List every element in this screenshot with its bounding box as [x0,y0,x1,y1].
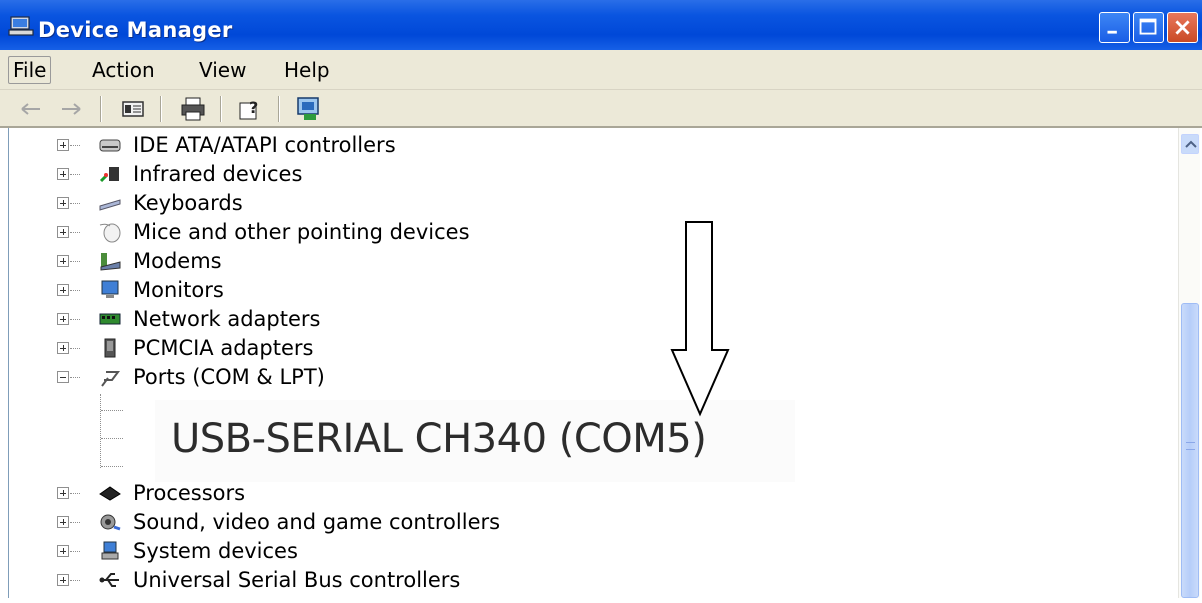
expand-toggle[interactable] [57,226,69,238]
menu-help[interactable]: Help [280,58,334,82]
tree-item-keyboards[interactable]: Keyboards [9,189,709,217]
tree-item-network[interactable]: Network adapters [9,305,709,333]
device-tree-panel: IDE ATA/ATAPI controllers Infrared devic… [8,128,1178,598]
help-icon[interactable]: ? [236,94,266,124]
vertical-scrollbar[interactable] [1178,128,1200,598]
tree-item-label: Infrared devices [133,162,303,186]
toolbar-separator [100,96,102,122]
system-device-icon [98,540,122,562]
tree-connector [101,438,123,439]
update-driver-icon[interactable] [294,94,324,124]
tree-item-sound[interactable]: Sound, video and game controllers [9,508,709,536]
tree-item-usb[interactable]: Universal Serial Bus controllers [9,566,709,594]
toolbar-separator [220,96,222,122]
tree-item-label: System devices [133,539,298,563]
collapse-toggle[interactable] [57,371,69,383]
keyboard-icon [98,192,122,214]
processor-icon [98,482,122,504]
mouse-icon [98,221,122,243]
tree-item-label: PCMCIA adapters [133,336,314,360]
menu-view[interactable]: View [195,58,250,82]
usb-serial-port-label: USB-SERIAL CH340 (COM5) [171,416,707,462]
title-bar[interactable]: Device Manager [0,0,1202,50]
scroll-up-button[interactable] [1181,134,1199,154]
computer-icon [8,16,34,36]
tree-item-label: Keyboards [133,191,243,215]
expand-toggle[interactable] [57,168,69,180]
tree-item-pcmcia[interactable]: PCMCIA adapters [9,334,709,362]
tree-item-ports[interactable]: Ports (COM & LPT) [9,363,709,391]
maximize-button[interactable] [1133,12,1164,43]
menu-file[interactable]: File [8,56,52,84]
network-adapter-icon [98,308,122,330]
tree-item-monitors[interactable]: Monitors [9,276,709,304]
expand-toggle[interactable] [57,545,69,557]
toolbar-separator [278,96,280,122]
tree-item-label: Mice and other pointing devices [133,220,470,244]
tree-connector [100,394,101,468]
tree-connector [101,466,123,467]
menu-action[interactable]: Action [88,58,159,82]
svg-text:?: ? [249,98,258,117]
expand-toggle[interactable] [57,516,69,528]
tree-item-label: Monitors [133,278,224,302]
tree-item-label: Processors [133,481,246,505]
back-arrow-icon[interactable] [16,94,46,124]
expand-toggle[interactable] [57,313,69,325]
sound-icon [98,511,122,533]
monitor-icon [98,279,122,301]
tree-item-processors[interactable]: Processors [9,479,709,507]
tree-item-infrared[interactable]: Infrared devices [9,160,709,188]
disk-controller-icon [98,134,122,156]
tree-item-label: IDE ATA/ATAPI controllers [133,133,396,157]
tree-item-mice[interactable]: Mice and other pointing devices [9,218,709,246]
tree-item-label: Network adapters [133,307,321,331]
tree-item-label: Sound, video and game controllers [133,510,501,534]
expand-toggle[interactable] [57,342,69,354]
expand-toggle[interactable] [57,197,69,209]
properties-icon[interactable] [118,94,148,124]
thumb-grip [1186,442,1195,450]
forward-arrow-icon[interactable] [56,94,86,124]
usb-icon [98,569,122,591]
infrared-icon [98,163,122,185]
tree-item-modems[interactable]: Modems [9,247,709,275]
menu-bar: File Action View Help [0,50,1202,90]
minimize-button[interactable] [1099,12,1130,43]
tree-item-label: Ports (COM & LPT) [133,365,325,389]
print-icon[interactable] [178,94,208,124]
toolbar-separator [160,96,162,122]
expand-toggle[interactable] [57,284,69,296]
tree-item-label: Universal Serial Bus controllers [133,568,461,592]
tree-connector [101,410,123,411]
down-arrow-icon [670,221,730,417]
expand-toggle[interactable] [57,255,69,267]
expand-toggle[interactable] [57,487,69,499]
toolbar: ? [0,90,1202,128]
tree-item-system[interactable]: System devices [9,537,709,565]
expand-toggle[interactable] [57,139,69,151]
tree-item-ide[interactable]: IDE ATA/ATAPI controllers [9,131,709,159]
expand-toggle[interactable] [57,574,69,586]
pcmcia-icon [98,337,122,359]
port-icon [98,366,122,388]
close-button[interactable] [1167,12,1198,43]
modem-icon [98,250,122,272]
tree-item-label: Modems [133,249,222,273]
window-title: Device Manager [38,18,233,42]
scroll-thumb[interactable] [1181,303,1199,598]
